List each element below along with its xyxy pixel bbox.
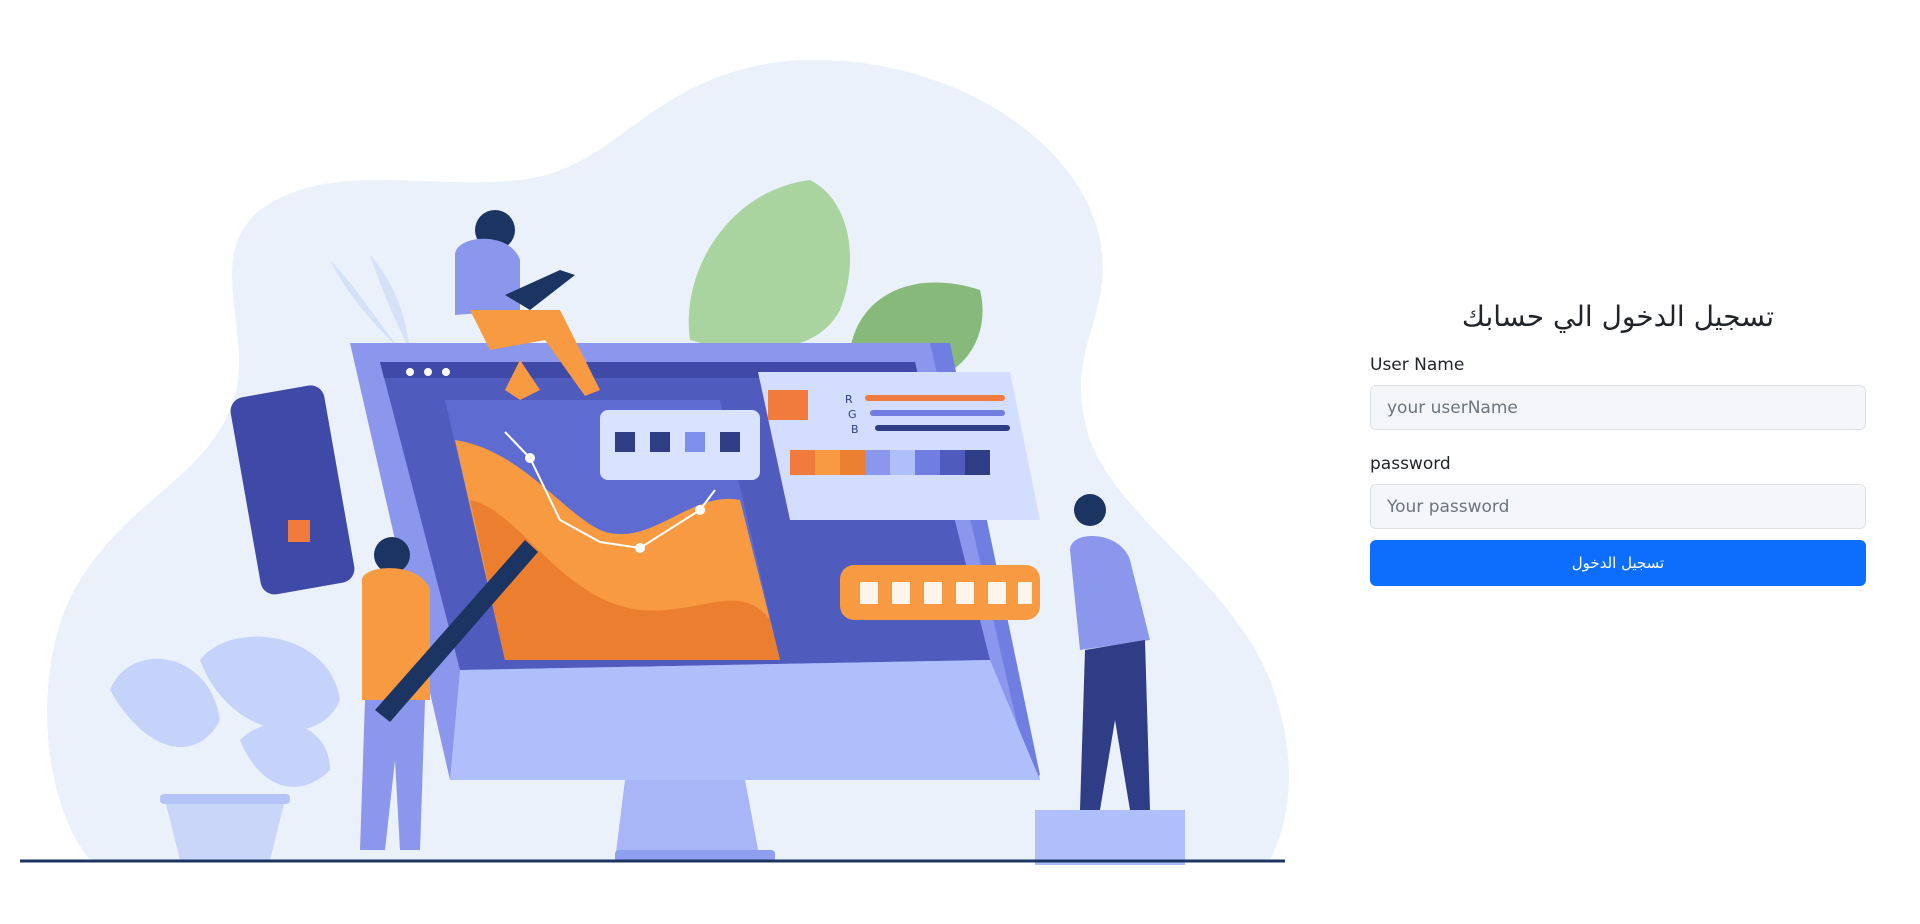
login-form: تسجيل الدخول الي حسابك User Name passwor… — [1370, 300, 1866, 586]
rgb-label-r: R — [845, 393, 853, 406]
password-group: password — [1370, 454, 1866, 529]
login-title: تسجيل الدخول الي حسابك — [1461, 300, 1775, 333]
monitor-chin — [450, 660, 1040, 780]
pedestal — [1035, 810, 1185, 865]
plant-pot — [165, 800, 285, 860]
monitor-stand — [615, 780, 760, 860]
password-label: password — [1370, 454, 1451, 474]
hero-illustration: R G B — [0, 60, 1290, 880]
login-page: R G B تسجيل الدخول الي حسابك User Name y… — [0, 0, 1920, 924]
username-input[interactable] — [1370, 385, 1866, 430]
rgb-label-g: G — [848, 408, 857, 421]
password-input[interactable] — [1370, 484, 1866, 529]
username-group: User Name — [1370, 355, 1866, 430]
rgb-label-b: B — [851, 423, 859, 436]
username-label: User Name — [1370, 355, 1465, 375]
login-button[interactable]: تسجيل الدخول — [1370, 540, 1866, 586]
